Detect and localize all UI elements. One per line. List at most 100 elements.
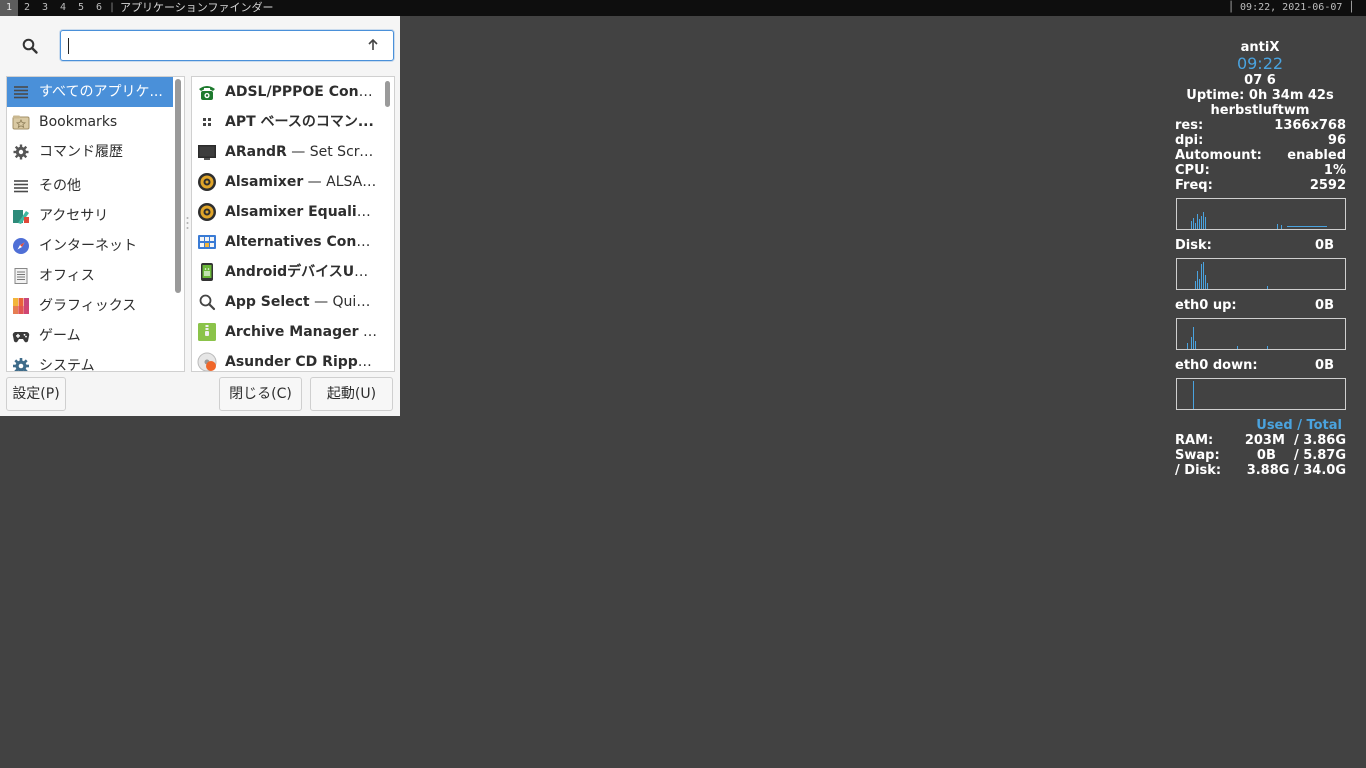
app-item[interactable]: App Select — Quick ...	[192, 287, 382, 317]
app-name: APT ベースのコマン...	[225, 114, 374, 130]
stat-label: Freq:	[1175, 178, 1213, 193]
top-panel: 1 2 3 4 5 6 | アプリケーションファインダー │ 09:22, 20…	[0, 0, 1366, 16]
bookmark-folder-icon	[12, 115, 30, 130]
compass-icon	[13, 238, 29, 254]
list-icon	[14, 86, 28, 99]
app-item[interactable]: Alternatives Config...	[192, 227, 382, 257]
app-item[interactable]: AndroidデバイスUSB...	[192, 257, 382, 287]
stat-label: res:	[1175, 118, 1204, 133]
text-caret	[68, 38, 69, 54]
gear-icon	[13, 144, 29, 160]
stat-label: dpi:	[1175, 133, 1204, 148]
launch-button[interactable]: 起動(U)	[310, 377, 393, 411]
category-label: グラフィックス	[39, 298, 137, 314]
disk-graph	[1176, 258, 1346, 290]
stat-value: 96	[1327, 133, 1346, 148]
app-description: — ...	[362, 324, 377, 340]
application-scrollbar[interactable]	[385, 81, 390, 107]
cd-ripper-icon	[197, 352, 217, 371]
app-name: Alsamixer	[225, 174, 304, 190]
memory-label: RAM:	[1175, 433, 1214, 448]
app-name: Asunder CD Ripper ...	[225, 354, 377, 370]
category-bookmarks[interactable]: Bookmarks	[7, 107, 173, 137]
workspace-1-button[interactable]: 1	[0, 0, 18, 16]
window-title: アプリケーションファインダー	[120, 1, 274, 14]
app-label: Archive Manager — ...	[225, 317, 377, 347]
arrow-up-icon[interactable]	[365, 37, 381, 53]
settings-button[interactable]: 設定(P)	[6, 377, 66, 411]
category-system[interactable]: システム	[7, 351, 173, 371]
monitor-icon	[198, 145, 216, 160]
apt-grid-icon	[203, 118, 211, 126]
category-graphics[interactable]: グラフィックス	[7, 291, 173, 321]
pane-resize-handle[interactable]	[186, 216, 189, 230]
category-other[interactable]: その他	[7, 171, 173, 201]
close-button[interactable]: 閉じる(C)	[219, 377, 302, 411]
gamepad-icon	[12, 332, 30, 343]
memory-value: 0B / 5.87G	[1256, 448, 1346, 463]
app-name: AndroidデバイスUSB...	[225, 264, 377, 280]
category-label: コマンド履歴	[39, 144, 123, 160]
panel-clock: │ 09:22, 2021-06-07 │	[1228, 2, 1355, 13]
panel-separator: |	[109, 2, 116, 13]
workspace-5-button[interactable]: 5	[72, 0, 90, 16]
eth-up-value: 0B	[1315, 298, 1334, 313]
hostname: antiX	[1240, 40, 1280, 55]
workspace-3-button[interactable]: 3	[36, 0, 54, 16]
alternatives-icon	[198, 235, 216, 249]
app-item[interactable]: Asunder CD Ripper ...	[192, 347, 382, 371]
app-name: Alternatives Config...	[225, 234, 377, 250]
workspace-2-button[interactable]: 2	[18, 0, 36, 16]
app-description: — ALSA オ...	[307, 174, 377, 190]
app-description: — Set Scree...	[291, 144, 377, 160]
app-item[interactable]: Alsamixer Equalizer ...	[192, 197, 382, 227]
app-name: Archive Manager	[225, 324, 359, 340]
category-command-history[interactable]: コマンド履歴	[7, 137, 173, 167]
accessories-icon	[13, 210, 29, 224]
search-input[interactable]	[60, 30, 394, 61]
category-internet[interactable]: インターネット	[7, 231, 173, 261]
memory-label: Swap:	[1175, 448, 1220, 463]
category-scrollbar[interactable]	[175, 79, 181, 293]
category-label: すべてのアプリケ...	[39, 84, 163, 100]
phone-icon	[199, 86, 215, 100]
category-accessories[interactable]: アクセサリ	[7, 201, 173, 231]
app-item[interactable]: ADSL/PPPOE Config...	[192, 77, 382, 107]
android-icon	[201, 263, 213, 281]
app-item[interactable]: Alsamixer — ALSA オ...	[192, 167, 382, 197]
eth-down-label: eth0 down:	[1175, 358, 1258, 373]
stat-label: CPU:	[1175, 163, 1210, 178]
stat-label: Automount:	[1175, 148, 1262, 163]
speaker-icon	[198, 173, 216, 191]
disk-value: 0B	[1315, 238, 1334, 253]
category-office[interactable]: オフィス	[7, 261, 173, 291]
category-list: すべてのアプリケ... Bookmarks コマンド履歴 その他 アクセサリ イ…	[6, 76, 185, 372]
memory-value: 3.88G / 34.0G	[1246, 463, 1346, 478]
app-label: Alsamixer — ALSA オ...	[225, 167, 377, 197]
eth-up-label: eth0 up:	[1175, 298, 1237, 313]
category-label: アクセサリ	[39, 208, 109, 224]
stat-value: 1366x768	[1274, 118, 1346, 133]
app-label: ADSL/PPPOE Config...	[225, 77, 377, 107]
search-icon	[22, 38, 38, 54]
speaker-icon	[198, 203, 216, 221]
app-name: ARandR	[225, 144, 287, 160]
category-all-applications[interactable]: すべてのアプリケ...	[7, 77, 173, 107]
stat-value: 2592	[1309, 178, 1346, 193]
category-label: その他	[39, 178, 81, 194]
workspace-4-button[interactable]: 4	[54, 0, 72, 16]
app-label: APT ベースのコマン...	[225, 107, 377, 137]
monitor-time: 09:22	[1236, 54, 1284, 73]
workspace-6-button[interactable]: 6	[90, 0, 108, 16]
app-name: Alsamixer Equalizer ...	[225, 204, 377, 220]
application-finder-window: すべてのアプリケ... Bookmarks コマンド履歴 その他 アクセサリ イ…	[0, 16, 400, 416]
app-item[interactable]: ARandR — Set Scree...	[192, 137, 382, 167]
app-label: AndroidデバイスUSB...	[225, 257, 377, 287]
category-games[interactable]: ゲーム	[7, 321, 173, 351]
app-item[interactable]: APT ベースのコマン...	[192, 107, 382, 137]
app-label: Alsamixer Equalizer ...	[225, 197, 377, 227]
app-item[interactable]: Archive Manager — ...	[192, 317, 382, 347]
eth-down-value: 0B	[1315, 358, 1334, 373]
system-gear-icon	[13, 358, 29, 371]
cpu-graph	[1176, 198, 1346, 230]
